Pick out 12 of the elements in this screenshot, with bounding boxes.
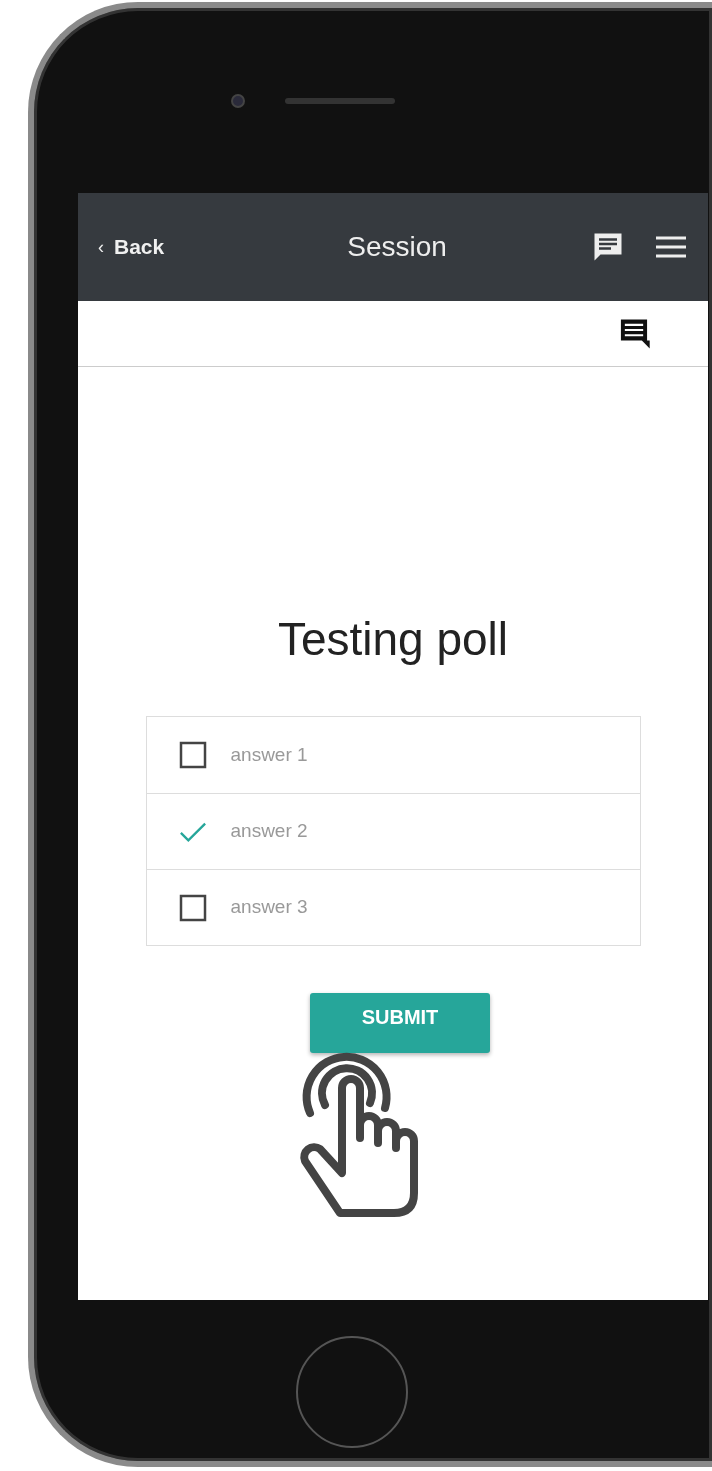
speaker-icon xyxy=(285,97,395,104)
poll-title: Testing poll xyxy=(276,612,510,667)
camera-icon xyxy=(231,93,245,108)
screen-title: Session xyxy=(346,230,448,264)
answer-label: answer 1 xyxy=(230,742,308,767)
checkbox[interactable] xyxy=(178,893,207,922)
checkbox[interactable] xyxy=(178,741,207,769)
home-button[interactable] xyxy=(296,1336,408,1448)
answer-label: answer 3 xyxy=(230,895,308,920)
menu-icon[interactable] xyxy=(654,234,688,260)
back-button[interactable]: ‹ Back xyxy=(98,231,165,263)
answer-label: answer 2 xyxy=(230,819,308,844)
